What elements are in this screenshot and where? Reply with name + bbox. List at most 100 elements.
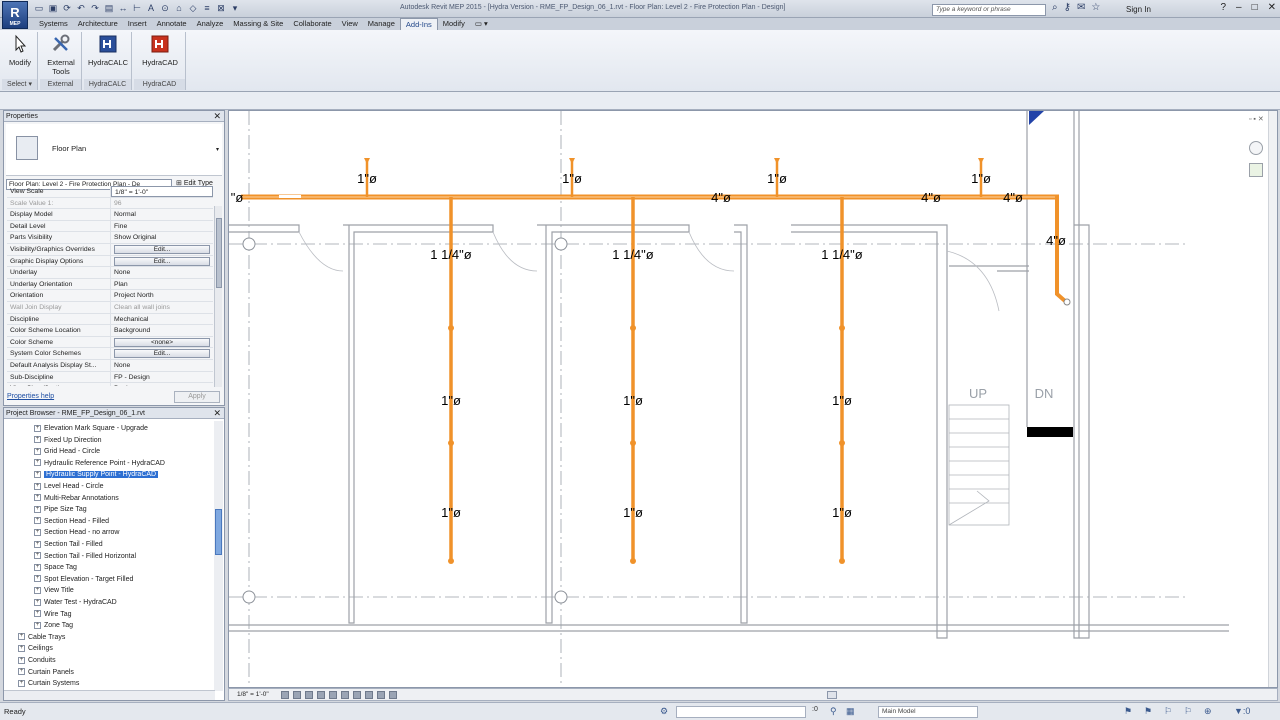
redo-icon[interactable]: ↷ [90, 3, 100, 14]
worksets-icon[interactable]: ⚙ [660, 706, 668, 717]
shadows-icon[interactable] [317, 691, 325, 699]
expand-icon[interactable]: + [34, 621, 41, 629]
expand-icon[interactable]: + [34, 424, 41, 432]
horizontal-scroll-thumb[interactable] [827, 691, 837, 699]
property-value[interactable]: Project North [111, 290, 213, 301]
browser-scrollbar[interactable] [214, 421, 223, 691]
browser-item[interactable]: + Space Tag [34, 562, 77, 573]
property-value[interactable]: None [111, 267, 213, 278]
expand-icon[interactable]: + [34, 598, 41, 606]
design-options-icon[interactable]: ▦ [846, 706, 855, 717]
sun-path-icon[interactable] [305, 691, 313, 699]
tab-systems[interactable]: Systems [34, 18, 73, 30]
drag-elements-icon[interactable]: ⊕ [1204, 706, 1212, 717]
workset-dropdown[interactable] [676, 706, 806, 718]
browser-item[interactable]: + Zone Tag [34, 620, 73, 631]
application-menu-button[interactable]: R MEP [2, 1, 28, 29]
expand-icon[interactable]: + [34, 494, 41, 502]
favorites-icon[interactable]: ☆ [1091, 2, 1100, 13]
ribbon-minimize-toggle[interactable]: ▭ ▾ [470, 18, 493, 30]
text-icon[interactable]: ⊙ [160, 3, 170, 14]
browser-item[interactable]: + Grid Head - Circle [34, 446, 100, 457]
select-pinned-icon[interactable]: ⚐ [1164, 706, 1172, 717]
browser-item[interactable]: + Pipe Size Tag [34, 504, 87, 515]
browser-item[interactable]: + Conduits [18, 655, 56, 666]
maximize-icon[interactable]: □ [1252, 2, 1258, 13]
browser-item[interactable]: + Hydraulic Reference Point - HydraCAD [34, 458, 165, 469]
print-icon[interactable]: ▤ [104, 3, 114, 14]
close-hidden-icon[interactable]: ⊠ [216, 3, 226, 14]
browser-item[interactable]: + View Title [34, 585, 74, 596]
browser-item[interactable]: + Hydraulic Supply Point - HydraCAD [34, 469, 159, 480]
expand-icon[interactable]: + [34, 459, 41, 467]
floor-plan-drawing[interactable]: UP DN 1"ø 1"ø 1"ø 1"ø"ø 4"ø 4"ø 4"ø4"ø1 1/4"ø1… [229, 111, 1278, 688]
close-browser-icon[interactable]: ✕ [213, 408, 221, 419]
expand-icon[interactable]: + [34, 610, 41, 618]
expand-icon[interactable]: + [34, 505, 41, 513]
visual-style-icon[interactable] [293, 691, 301, 699]
browser-item[interactable]: + Curtain Panels [18, 667, 74, 678]
expand-icon[interactable]: + [34, 575, 41, 583]
select-face-icon[interactable]: ⚐ [1184, 706, 1192, 717]
property-value[interactable]: None [111, 360, 213, 371]
expand-icon[interactable]: + [18, 679, 25, 687]
hydracalc-tool[interactable]: HydraCALC [86, 34, 130, 67]
expand-icon[interactable]: + [34, 529, 41, 537]
help-icon[interactable]: ? [1220, 2, 1226, 13]
detail-level-icon[interactable] [281, 691, 289, 699]
dimension-icon[interactable]: ⊢ [132, 3, 142, 14]
hydracad-tool[interactable]: HydraCAD [138, 34, 182, 67]
expand-icon[interactable]: + [34, 436, 41, 444]
properties-scrollbar[interactable] [214, 206, 222, 387]
constraints-icon[interactable] [389, 691, 397, 699]
browser-item[interactable]: + Multi-Rebar Annotations [34, 493, 119, 504]
tab-view[interactable]: View [337, 18, 363, 30]
open-icon[interactable]: ▭ [34, 3, 44, 14]
browser-item[interactable]: + Level Head - Circle [34, 481, 104, 492]
browser-item[interactable]: + Elevation Mark Square - Upgrade [34, 423, 148, 434]
property-value[interactable]: Show Original [111, 232, 213, 243]
zoom-icon[interactable] [1249, 163, 1263, 177]
browser-item[interactable]: + Section Head - Filled [34, 516, 109, 527]
external-tools-tool[interactable]: External Tools [42, 34, 80, 76]
apply-button[interactable]: Apply [174, 391, 220, 403]
canvas-vscrollbar[interactable] [1268, 111, 1277, 687]
browser-item[interactable]: + Spot Elevation - Target Filled [34, 574, 133, 585]
panel-select-label[interactable]: Select ▾ [2, 79, 37, 90]
tab-insert[interactable]: Insert [123, 18, 152, 30]
expand-icon[interactable]: + [34, 540, 41, 548]
expand-icon[interactable]: + [18, 645, 25, 653]
undo-icon[interactable]: ↶ [76, 3, 86, 14]
thin-lines-icon[interactable]: ≡ [202, 3, 212, 14]
section-icon[interactable]: ◇ [188, 3, 198, 14]
browser-item[interactable]: + Section Tail - Filled [34, 539, 103, 550]
expand-icon[interactable]: + [34, 447, 41, 455]
expand-icon[interactable]: + [34, 587, 41, 595]
select-underlay-icon[interactable]: ⚑ [1144, 706, 1152, 717]
minimize-icon[interactable]: – [1236, 2, 1242, 13]
sync-icon[interactable]: ⟳ [62, 3, 72, 14]
browser-item[interactable]: + Ceilings [18, 643, 53, 654]
browser-item[interactable]: + Cable Trays [18, 632, 65, 643]
expand-icon[interactable]: + [18, 656, 25, 664]
browser-item[interactable]: + Water Test - HydraCAD [34, 597, 117, 608]
temp-hide-icon[interactable] [353, 691, 361, 699]
sign-in-button[interactable]: Sign In [1126, 5, 1151, 14]
select-links-icon[interactable]: ⚑ [1124, 706, 1132, 717]
show-crop-icon[interactable] [341, 691, 349, 699]
tab-manage[interactable]: Manage [363, 18, 400, 30]
filter-icon[interactable]: ⚲ [830, 706, 837, 717]
tab-massing-site[interactable]: Massing & Site [228, 18, 288, 30]
view-scale-button[interactable]: 1/8" = 1'-0" [237, 689, 269, 700]
modify-tool[interactable]: Modify [4, 34, 36, 67]
type-selector[interactable]: Floor Plan ▾ [6, 124, 222, 176]
property-value[interactable]: Mechanical [111, 314, 213, 325]
measure-icon[interactable]: ↔ [118, 3, 128, 14]
tab-modify[interactable]: Modify [438, 18, 470, 30]
browser-hscrollbar[interactable] [4, 690, 215, 700]
property-value[interactable]: Normal [111, 209, 213, 220]
search-icon[interactable]: ⌕ [1052, 2, 1058, 13]
tag-icon[interactable]: A [146, 3, 156, 14]
property-edit-button[interactable]: Edit... [114, 244, 210, 254]
analytical-model-icon[interactable] [377, 691, 385, 699]
